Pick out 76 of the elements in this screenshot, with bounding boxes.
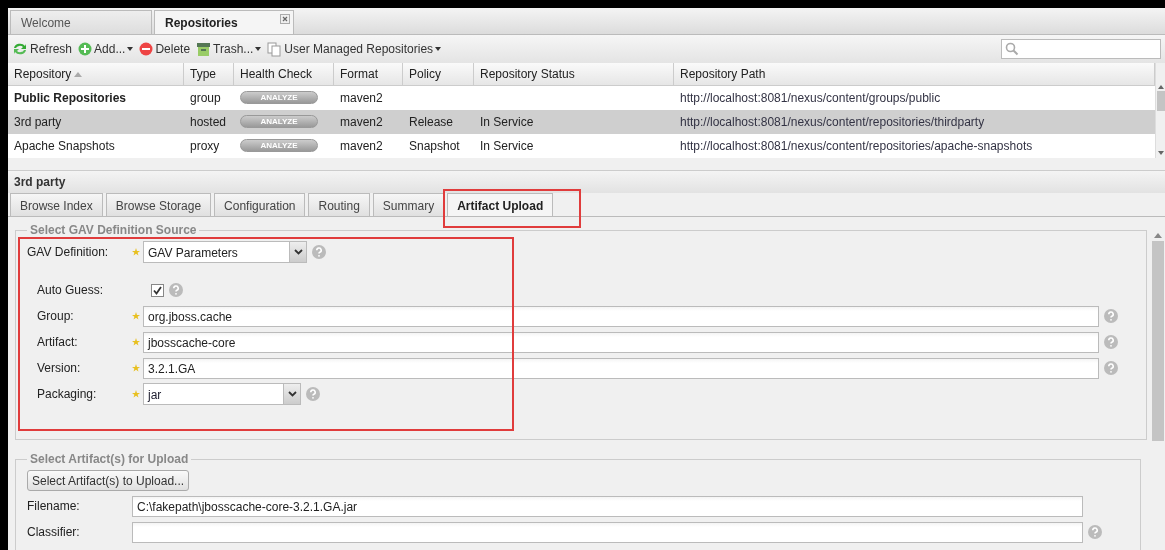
column-header[interactable]: Format <box>334 63 403 86</box>
tab[interactable]: Browse Index <box>10 193 103 216</box>
close-icon[interactable] <box>280 14 290 24</box>
table-cell: http://localhost:8081/nexus/content/repositories/apache-snapshots <box>674 134 1155 158</box>
tab[interactable]: Routing <box>308 193 370 216</box>
checkbox[interactable] <box>151 283 164 297</box>
scrollbar[interactable] <box>1155 63 1165 158</box>
field-label: Filename: <box>27 499 81 513</box>
tab[interactable]: Repositories <box>154 10 294 34</box>
pages-icon <box>267 41 283 57</box>
table-cell: 3rd party <box>8 110 184 134</box>
dropdown-field[interactable]: jar <box>143 383 301 405</box>
table-cell: In Service <box>474 134 674 158</box>
bin-icon <box>196 42 212 56</box>
input-field[interactable]: C:\fakepath\jbosscache-core-3.2.1.GA.jar <box>132 495 1083 517</box>
table-cell: maven2 <box>334 134 403 158</box>
tab[interactable]: Artifact Upload <box>447 193 554 216</box>
field-label: Version: <box>36 361 82 375</box>
column-header[interactable]: Type <box>184 63 234 86</box>
table-cell: group <box>184 86 234 110</box>
table-cell: http://localhost:8081/nexus/content/repositories/thirdparty <box>674 110 1155 134</box>
toolbar-button[interactable]: Trash... <box>196 42 262 56</box>
tab[interactable]: Browse Storage <box>105 193 212 216</box>
delete-icon <box>139 42 154 56</box>
field-label: Packaging: <box>36 387 98 401</box>
table-cell: hosted <box>184 110 234 134</box>
refresh-icon <box>12 42 28 56</box>
dropdown-field[interactable]: GAV Parameters <box>143 241 307 263</box>
field-label: Auto Guess: <box>36 283 105 297</box>
chevron-down-icon <box>293 249 303 255</box>
table-cell: Snapshot <box>403 134 474 158</box>
scroll-up-icon[interactable] <box>1154 233 1162 238</box>
column-header[interactable]: Health Check <box>234 63 334 86</box>
table-cell: Release <box>403 110 474 134</box>
column-header[interactable]: Repository Status <box>474 63 674 86</box>
caret-icon <box>127 47 134 51</box>
toolbar-button[interactable]: Delete <box>139 42 191 56</box>
section-legend: Select GAV Definition Source <box>27 223 200 237</box>
add-icon <box>78 42 93 56</box>
input-field[interactable]: 3.2.1.GA <box>143 357 1099 379</box>
toolbar-button[interactable]: Add... <box>78 42 134 56</box>
input-field[interactable] <box>132 521 1083 543</box>
input-field[interactable]: org.jboss.cache <box>143 305 1099 327</box>
caret-icon <box>435 47 442 51</box>
table-cell: http://localhost:8081/nexus/content/groups/public <box>674 86 1155 110</box>
scroll-thumb[interactable] <box>1152 241 1164 441</box>
tab[interactable]: Welcome <box>10 10 152 34</box>
table-cell: maven2 <box>334 86 403 110</box>
sort-up-icon <box>74 71 83 77</box>
toolbar-button[interactable]: Refresh <box>12 42 73 56</box>
field-label: Group: <box>36 309 75 323</box>
column-header[interactable]: Repository <box>8 63 184 86</box>
table-cell: Apache Snapshots <box>8 134 184 158</box>
tab[interactable]: Configuration <box>214 193 306 216</box>
table-cell: proxy <box>184 134 234 158</box>
scroll-up-icon[interactable] <box>1157 85 1164 89</box>
field-label: Classifier: <box>27 525 81 539</box>
caret-icon <box>255 47 262 51</box>
section-legend: Select Artifact(s) for Upload <box>27 452 192 466</box>
tab[interactable]: Summary <box>372 193 445 216</box>
table-cell: In Service <box>474 110 674 134</box>
panel-title: 3rd party <box>8 170 1165 193</box>
input-field[interactable]: jbosscache-core <box>143 331 1099 353</box>
chevron-down-icon <box>287 391 297 397</box>
select-files-button[interactable]: Select Artifact(s) to Upload... <box>27 470 190 491</box>
search-field[interactable] <box>1001 39 1161 59</box>
search-icon <box>1005 42 1019 56</box>
scroll-down-icon[interactable] <box>1157 151 1164 155</box>
scroll-thumb[interactable] <box>1156 91 1165 111</box>
table-cell: maven2 <box>334 110 403 134</box>
toolbar-button[interactable]: User Managed Repositories <box>267 41 442 57</box>
table-cell: Public Repositories <box>8 86 184 110</box>
field-label: GAV Definition: <box>27 245 110 259</box>
field-label: Artifact: <box>36 335 79 349</box>
column-header[interactable]: Repository Path <box>674 63 1155 86</box>
column-header[interactable]: Policy <box>403 63 474 86</box>
